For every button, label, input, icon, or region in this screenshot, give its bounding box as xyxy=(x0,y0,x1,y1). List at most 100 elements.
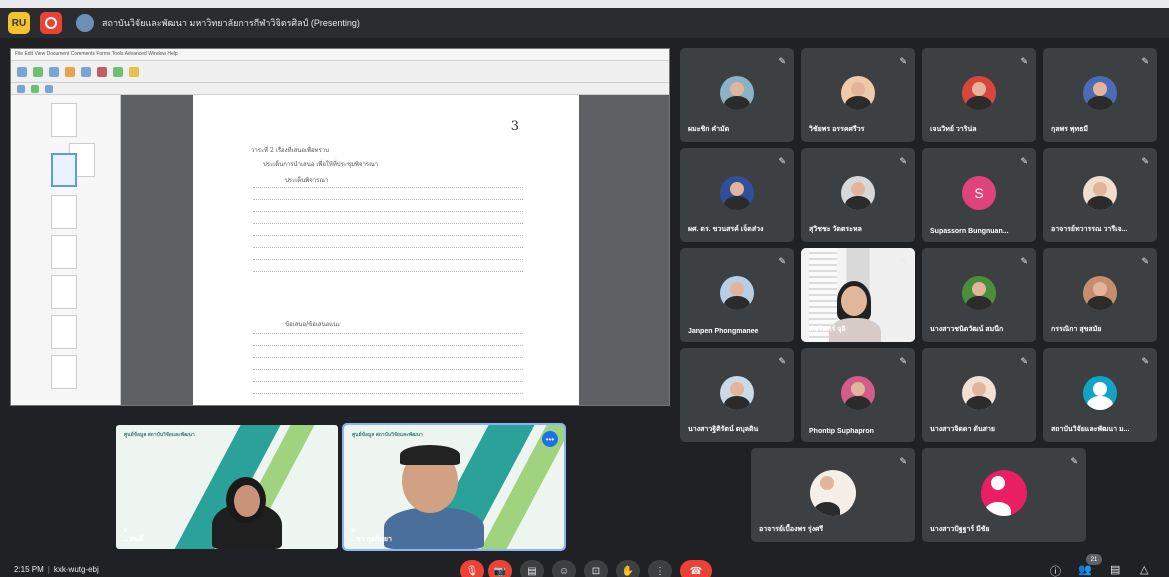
participant-tile[interactable]: ✎ นางสาวฐิติรัตน์ ตบุลดิน xyxy=(680,348,794,442)
page-thumbnail[interactable] xyxy=(51,195,77,229)
photo-body xyxy=(724,396,750,410)
participant-tile[interactable]: ✎ อาจารย์เบื้องพร รุ่งศรี xyxy=(751,448,915,542)
participant-name: อาจารย์ทวารรณ วารีเจ... xyxy=(1051,226,1128,233)
participant-tile[interactable]: ✎ อาจารย์ทวารรณ วารีเจ... xyxy=(1043,148,1157,242)
profile-photo xyxy=(1083,76,1117,110)
next-page-icon xyxy=(31,85,39,93)
page-thumbnail[interactable] xyxy=(51,355,77,389)
page-thumbnail[interactable] xyxy=(51,315,77,349)
leave-call-button[interactable]: ☎ xyxy=(680,560,712,577)
participant-tile[interactable]: ✎ ผมะชิก คำมัด xyxy=(680,48,794,142)
participant-name: Janpen Phongmanee xyxy=(688,328,759,335)
dotted-line xyxy=(253,235,523,236)
person-body xyxy=(985,502,1011,516)
participant-tile[interactable]: ✎ นางสาวชนิดวัฒน์ สมนีก xyxy=(922,248,1036,342)
profile-photo xyxy=(841,176,875,210)
presenter-video-1[interactable]: ศูนย์ข้อมูล สถาบันวิจัยและพัฒนา ✕ ... สม… xyxy=(116,425,338,549)
participant-name: นางสาวจิดดา ดันสาย xyxy=(930,426,995,433)
photo-body xyxy=(814,502,840,516)
activities-icon[interactable]: △ xyxy=(1140,563,1148,576)
dotted-line xyxy=(253,271,523,272)
mic-off-icon: ✎ xyxy=(899,56,907,66)
mic-off-icon: ✎ xyxy=(778,156,786,166)
raise-hand-button[interactable]: ✋ xyxy=(616,560,640,577)
participant-name: พัชรินทร์ จุลิ xyxy=(809,326,846,333)
photo-face xyxy=(972,82,986,96)
mic-off-icon: ✎ xyxy=(778,56,786,66)
participant-tile[interactable]: ✎ เจนวิทย์ วาริน่ล xyxy=(922,48,1036,142)
presenter-face xyxy=(234,485,260,517)
dotted-line xyxy=(253,247,523,248)
multimedia-icon xyxy=(113,67,123,77)
presenter-name: ... สมลี xyxy=(122,536,143,543)
shared-screen[interactable]: File Edit View Document Comments Forms T… xyxy=(10,48,670,406)
photo-face xyxy=(1093,182,1107,196)
meeting-details-icon[interactable]: ⓘ xyxy=(1050,563,1061,577)
page-thumbnails-panel[interactable] xyxy=(11,95,121,405)
participant-tile[interactable]: ✎ Janpen Phongmanee xyxy=(680,248,794,342)
record-icon[interactable] xyxy=(40,12,62,34)
profile-photo xyxy=(720,376,754,410)
page-thumbnail[interactable] xyxy=(51,275,77,309)
photo-body xyxy=(845,396,871,410)
profile-photo xyxy=(841,376,875,410)
presenter-video-2[interactable]: ศูนย์ข้อมูล สถาบันวิจัยและพัฒนา ••• ✕ ..… xyxy=(342,423,566,551)
participant-name: Phontip Suphapron xyxy=(809,428,874,435)
document-canvas[interactable]: 3 วาระที่ 2 เรื่องที่เสนอเพื่อทราบ ประเด… xyxy=(121,95,669,405)
dotted-line xyxy=(253,199,523,200)
participant-name: Supassorn Bungnuan... xyxy=(930,228,1009,235)
doc-line: ข้อเสนอ/ข้อเสนอแนะ xyxy=(285,321,341,328)
captions-button[interactable]: ▤ xyxy=(520,560,544,577)
photo-body xyxy=(966,396,992,410)
collaborate-icon xyxy=(129,67,139,77)
participant-tile[interactable]: ✎ พัชรินทร์ จุลิ xyxy=(801,248,915,342)
more-options-button[interactable]: ⋮ xyxy=(648,560,672,577)
participant-tile[interactable]: ✎ กรรณิกา สุขสมัย xyxy=(1043,248,1157,342)
presenting-title: สถาบันวิจัยและพัฒนา มหาวิทยาลัยการกีฬาวิ… xyxy=(102,18,360,28)
create-icon xyxy=(33,67,43,77)
dotted-line xyxy=(253,381,523,382)
participant-tile[interactable]: ✎ นางสาวปัฐฐาร์ มีชัย xyxy=(922,448,1086,542)
participant-tile[interactable]: ✎ สุวิชชะ วัดตระหล xyxy=(801,148,915,242)
page-thumbnail[interactable] xyxy=(51,235,77,269)
participant-tile[interactable]: ✎ ผศ. ดร. ขวนสรค์ เจ็ดส่วง xyxy=(680,148,794,242)
separator: | xyxy=(47,565,50,574)
page-thumbnail-selected[interactable] xyxy=(51,153,77,187)
participant-name: สุวิชชะ วัดตระหล xyxy=(809,226,862,233)
presenter-hair xyxy=(400,445,460,465)
people-icon[interactable]: 👥 xyxy=(1078,563,1092,576)
page-thumbnail[interactable] xyxy=(51,103,77,137)
participant-tile[interactable]: ✎ นางสาวจิดดา ดันสาย xyxy=(922,348,1036,442)
page-number: 3 xyxy=(510,119,519,134)
dotted-line xyxy=(253,259,523,260)
doc-line: ประเด็นพิจารณา xyxy=(285,177,329,184)
profile-photo xyxy=(720,276,754,310)
participant-tile[interactable]: ✎ Phontip Suphapron xyxy=(801,348,915,442)
mic-off-icon: ✎ xyxy=(899,356,907,366)
pdf-menubar: File Edit View Document Comments Forms T… xyxy=(11,49,669,61)
mic-off-icon: ✎ xyxy=(1020,56,1028,66)
meeting-info: 2:15 PM | kxk-wutg-ebj xyxy=(14,565,99,574)
photo-face xyxy=(972,382,986,396)
participant-name: กรรณิกา สุขสมัย xyxy=(1051,326,1102,333)
mic-off-icon: ✎ xyxy=(899,456,907,466)
participant-tile[interactable]: ✎ สถาบันวิจัยและพัฒนา ม... xyxy=(1043,348,1157,442)
participant-tile[interactable]: ✎ วิชัยพร อรรคศรีวร xyxy=(801,48,915,142)
chat-icon[interactable]: ▤ xyxy=(1110,563,1120,576)
emoji-button[interactable]: ☺ xyxy=(552,560,576,577)
meeting-code[interactable]: kxk-wutg-ebj xyxy=(54,565,99,574)
camera-toggle-button[interactable]: 📷 xyxy=(488,560,512,577)
more-options-icon[interactable]: ••• xyxy=(542,431,558,447)
dotted-line xyxy=(253,223,523,224)
participant-tile[interactable]: ✎ กุลพร พุทธมี xyxy=(1043,48,1157,142)
dotted-line xyxy=(253,211,523,212)
photo-face xyxy=(820,476,834,490)
photo-body xyxy=(1087,296,1113,310)
participant-tile[interactable]: S ✎ Supassorn Bungnuan... xyxy=(922,148,1036,242)
mic-off-icon: ✎ xyxy=(899,256,907,266)
mic-toggle-button[interactable]: 🎙 xyxy=(460,560,484,577)
app-logo[interactable]: RU xyxy=(8,12,30,34)
participant-name: กุลพร พุทธมี xyxy=(1051,126,1088,133)
photo-face xyxy=(730,182,744,196)
present-button[interactable]: ⊡ xyxy=(584,560,608,577)
